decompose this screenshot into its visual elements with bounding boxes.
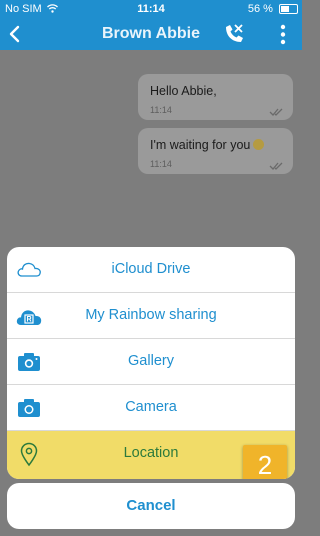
message-text: Hello Abbie, bbox=[150, 84, 217, 98]
battery-icon bbox=[279, 4, 298, 15]
double-check-icon bbox=[269, 108, 283, 116]
option-label: Gallery bbox=[128, 353, 174, 369]
option-my-rainbow-sharing[interactable]: My Rainbow sharing bbox=[7, 293, 295, 339]
smiley-emoji-icon bbox=[253, 139, 265, 150]
option-gallery[interactable]: Gallery bbox=[7, 339, 295, 385]
conversation-title: Brown Abbie bbox=[101, 25, 201, 42]
message-bubble: I'm waiting for you 11:14 bbox=[138, 128, 293, 174]
option-camera[interactable]: Camera bbox=[7, 385, 295, 431]
cancel-button[interactable]: Cancel bbox=[7, 483, 295, 529]
message-text: I'm waiting for you bbox=[150, 138, 251, 152]
double-check-icon bbox=[269, 162, 283, 170]
message-bubble: Hello Abbie, 11:14 bbox=[138, 74, 293, 120]
attachment-action-sheet: iCloud Drive My Rainbow sharing Gallery … bbox=[7, 247, 295, 479]
navigation-bar: Brown Abbie bbox=[0, 18, 302, 50]
message-time: 11:14 bbox=[150, 105, 172, 115]
cancel-label: Cancel bbox=[126, 497, 176, 514]
battery-percent: 56 % bbox=[247, 3, 273, 15]
more-vertical-icon bbox=[280, 24, 286, 45]
phone-call-icon bbox=[226, 24, 243, 42]
message-time: 11:14 bbox=[150, 159, 172, 169]
call-button[interactable] bbox=[220, 21, 248, 47]
status-bar: No SIM 11:14 56 % bbox=[0, 0, 302, 18]
option-label: My Rainbow sharing bbox=[85, 307, 217, 323]
option-label: Camera bbox=[125, 399, 177, 415]
option-label: iCloud Drive bbox=[111, 261, 191, 277]
more-options-button[interactable] bbox=[274, 22, 292, 48]
step-number-badge: 2 bbox=[243, 445, 287, 479]
battery-status: 56 % bbox=[248, 3, 298, 15]
option-icloud-drive[interactable]: iCloud Drive bbox=[7, 247, 295, 293]
message-text-row: I'm waiting for you bbox=[150, 138, 265, 152]
